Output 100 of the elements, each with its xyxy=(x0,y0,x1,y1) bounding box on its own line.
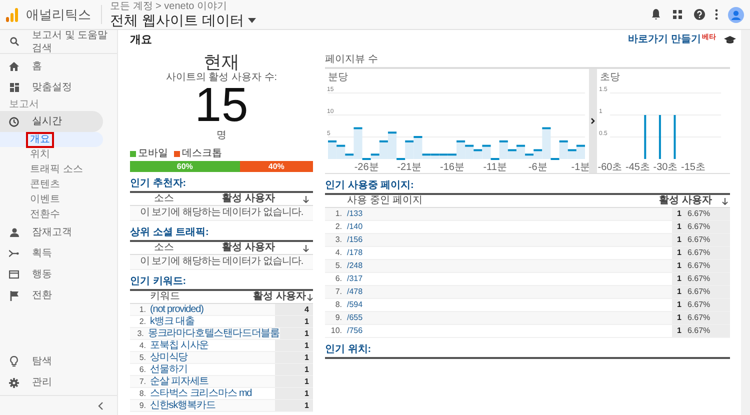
more-icon[interactable] xyxy=(715,9,718,20)
apps-icon[interactable] xyxy=(673,10,682,19)
section-heading: 상위 소셜 트래픽: xyxy=(130,226,210,239)
grid-icon xyxy=(9,83,19,92)
column-header[interactable]: 소스 xyxy=(134,242,194,254)
table-cell: 1 xyxy=(304,376,309,388)
column-header[interactable]: 활성 사용자 xyxy=(194,242,303,254)
keyword-link[interactable]: (not provided) xyxy=(150,304,275,316)
bar xyxy=(575,144,586,160)
column-header[interactable]: 사용 중인 페이지 xyxy=(347,195,660,207)
sort-arrow-icon[interactable] xyxy=(303,244,309,252)
table-cell: 1 xyxy=(677,221,682,233)
keyword-link[interactable]: 선물하기 xyxy=(150,364,275,376)
avatar-icon[interactable] xyxy=(728,6,744,22)
row-rank: 7. xyxy=(138,376,147,388)
row-rank: 2. xyxy=(138,316,147,328)
page-link[interactable]: /178 xyxy=(347,247,672,259)
section-heading: 인기 사용중 페이지: xyxy=(325,179,415,192)
tick-label: -16분 xyxy=(440,162,464,173)
column-header[interactable]: 활성 사용자 xyxy=(253,291,306,303)
row-rank: 1. xyxy=(138,304,147,316)
page-link[interactable]: /655 xyxy=(347,312,672,324)
nav-subitem[interactable]: 전환수 xyxy=(26,206,64,222)
bell-icon[interactable] xyxy=(651,9,661,20)
table-cell: 6.67% xyxy=(687,312,710,324)
share-segment: 40% xyxy=(240,161,313,172)
column-header[interactable]: 키워드 xyxy=(150,291,254,303)
tick-label: -26분 xyxy=(354,162,379,173)
nav-item[interactable]: 홈 xyxy=(0,56,117,77)
keyword-link[interactable]: 순살 피자세트 xyxy=(150,376,275,388)
search-field[interactable]: 보고서 및 도움말 검색 xyxy=(0,30,117,54)
nav-subitem[interactable]: 이벤트 xyxy=(26,192,64,208)
nav-item[interactable]: 탐색 xyxy=(0,351,117,372)
legend-label: 데스크톱 xyxy=(182,148,222,160)
nav-item[interactable]: 획득 xyxy=(0,243,117,264)
count-unit: 명 xyxy=(216,130,226,142)
table-cell: 1 xyxy=(677,208,682,220)
table-cell: 6.67% xyxy=(687,221,710,233)
row-rank: 6. xyxy=(138,364,147,376)
help-icon[interactable] xyxy=(694,9,705,20)
bar xyxy=(658,115,661,159)
lightbulb-icon xyxy=(9,356,19,367)
row-rank: 9. xyxy=(334,312,343,324)
keyword-link[interactable]: 상미식당 xyxy=(150,352,275,364)
row-rank: 6. xyxy=(334,273,343,285)
home-icon xyxy=(9,62,19,71)
row-rank: 5. xyxy=(138,352,147,364)
keyword-link[interactable]: 스타벅스 크리스마스 md xyxy=(150,388,275,400)
table-cell: 6.67% xyxy=(687,260,710,272)
page-link[interactable]: /140 xyxy=(347,221,672,233)
page-link[interactable]: /248 xyxy=(347,260,672,272)
logo-icon xyxy=(6,8,18,22)
breadcrumb[interactable]: 모든 계정 > veneto 이야기 xyxy=(110,1,256,12)
chart-label: 분당 xyxy=(328,72,348,83)
section-heading: 인기 위치: xyxy=(325,343,372,356)
column-header[interactable]: 활성 사용자 xyxy=(194,193,303,205)
table-cell: 1 xyxy=(304,352,309,364)
tick-label: -45초 xyxy=(626,162,650,173)
table-cell: 1 xyxy=(304,340,309,352)
nav-subitem[interactable]: 콘텐츠 xyxy=(26,176,64,192)
keyword-link[interactable]: 포북칩 시사운 xyxy=(150,340,275,352)
property-selector[interactable]: 전체 웹사이트 데이터 xyxy=(110,12,256,28)
table-cell: 1 xyxy=(677,286,682,298)
page-link[interactable]: /133 xyxy=(347,208,672,220)
column-header[interactable]: 활성 사용자 xyxy=(659,195,712,207)
page-link[interactable]: /594 xyxy=(347,299,672,311)
page-link[interactable]: /756 xyxy=(347,325,672,337)
sort-arrow-icon[interactable] xyxy=(303,196,309,202)
row-rank: 3. xyxy=(334,234,343,246)
tick-label: -30초 xyxy=(653,162,678,173)
sort-arrow-icon[interactable] xyxy=(722,198,728,204)
nav-subitem[interactable]: 개요 xyxy=(26,132,54,148)
table-cell: 1 xyxy=(677,234,682,246)
bar xyxy=(674,115,676,159)
keyword-link[interactable]: 몽크라마다호텔스탠다드더블룸 xyxy=(148,328,280,340)
nav-item[interactable]: 전환 xyxy=(0,285,117,306)
keyword-link[interactable]: k뱅크 대출 xyxy=(150,316,275,328)
table-cell: 1 xyxy=(677,325,682,337)
nav-item[interactable]: 맞춤설정 xyxy=(0,77,117,98)
table-cell: 4 xyxy=(304,304,309,316)
keyword-link[interactable]: 신한sk행복카드 xyxy=(150,400,275,412)
chevron-right-icon[interactable] xyxy=(591,118,595,124)
table-cell: 6.67% xyxy=(687,273,710,285)
table-cell: 1 xyxy=(677,312,682,324)
row-rank: 9. xyxy=(138,400,147,412)
nav-item[interactable]: 실시간 xyxy=(0,111,103,132)
column-header[interactable]: 소스 xyxy=(134,193,194,205)
graduation-cap-icon[interactable] xyxy=(724,36,736,44)
nav-item[interactable]: 잠재고객 xyxy=(0,222,117,243)
nav-item[interactable]: 행동 xyxy=(0,264,117,285)
collapse-icon[interactable] xyxy=(98,402,103,410)
nav-subitem[interactable]: 트래픽 소스 xyxy=(26,162,87,178)
page-link[interactable]: /478 xyxy=(347,286,672,298)
page-title: 개요 xyxy=(130,32,152,48)
page-link[interactable]: /156 xyxy=(347,234,672,246)
sort-arrow-icon[interactable] xyxy=(307,294,313,300)
nav-subitem[interactable]: 위치 xyxy=(26,146,54,162)
row-rank: 5. xyxy=(334,260,343,272)
nav-item[interactable]: 관리 xyxy=(0,372,117,393)
page-link[interactable]: /317 xyxy=(347,273,672,285)
